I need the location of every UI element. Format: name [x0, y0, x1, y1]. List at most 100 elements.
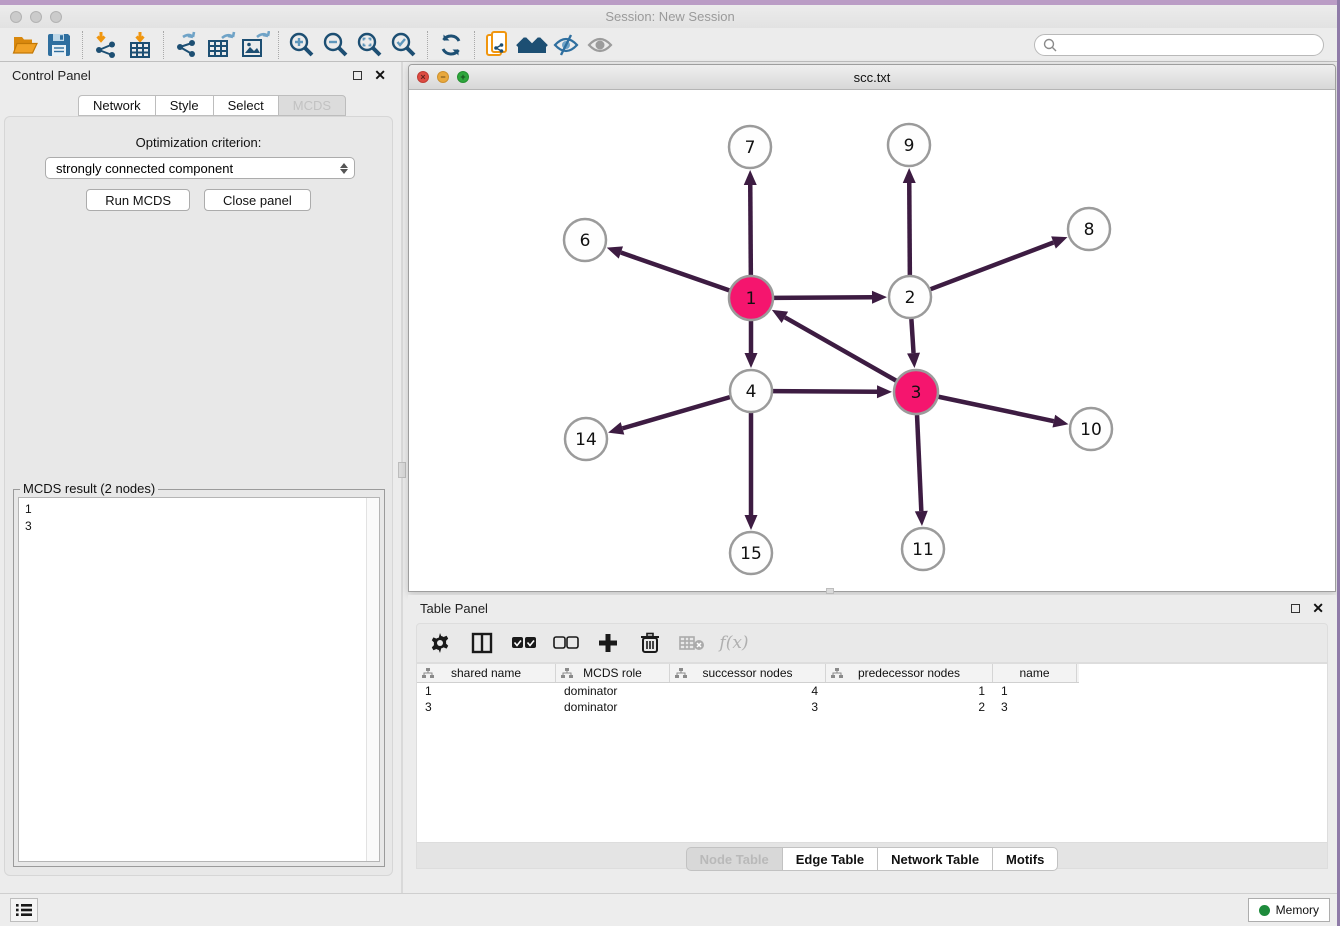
graph-edge[interactable] [774, 297, 872, 298]
deselect-all-icon[interactable] [553, 630, 579, 656]
column-header[interactable]: MCDS role [556, 664, 670, 682]
column-header[interactable]: shared name [417, 664, 556, 682]
network-table-splitter-handle[interactable] [826, 588, 834, 594]
graph-node[interactable]: 6 [564, 219, 606, 261]
run-mcds-button[interactable]: Run MCDS [86, 189, 190, 211]
open-file-icon[interactable] [8, 30, 42, 60]
column-header-label: successor nodes [702, 666, 792, 680]
export-network-icon[interactable] [170, 30, 204, 60]
tab-node-table[interactable]: Node Table [686, 847, 782, 871]
mcds-result-line: 3 [25, 518, 373, 535]
graph-node[interactable]: 7 [729, 126, 771, 168]
delete-column-icon[interactable] [637, 630, 663, 656]
edge-arrowhead-icon [1051, 236, 1067, 248]
graph-edge[interactable] [785, 317, 896, 380]
float-table-panel-icon[interactable] [1291, 604, 1300, 613]
graph-node[interactable]: 9 [888, 124, 930, 166]
graph-node[interactable]: 1 [729, 276, 773, 320]
network-window-title: scc.txt [409, 70, 1335, 85]
graph-node[interactable]: 15 [730, 532, 772, 574]
toolbar-separator [427, 31, 428, 59]
graph-edge[interactable] [939, 397, 1054, 421]
float-panel-icon[interactable] [353, 71, 362, 80]
network-canvas-svg[interactable]: 7 9 6 8 1 2 4 3 10 14 15 11 [409, 90, 1335, 591]
tab-network[interactable]: Network [78, 95, 155, 116]
control-panel: Control Panel ✕ Network Style Select MCD… [0, 62, 398, 882]
network-window-titlebar: scc.txt × − + [409, 65, 1335, 90]
add-column-icon[interactable] [595, 630, 621, 656]
memory-status-icon [1259, 905, 1270, 916]
tab-select[interactable]: Select [213, 95, 278, 116]
split-view-icon[interactable] [469, 630, 495, 656]
close-table-panel-icon[interactable]: ✕ [1312, 601, 1324, 615]
select-all-icon[interactable] [511, 630, 537, 656]
home-view-icon[interactable] [515, 30, 549, 60]
import-table-icon[interactable] [123, 30, 157, 60]
criterion-select[interactable]: strongly connected component [45, 157, 355, 179]
tab-mcds[interactable]: MCDS [278, 95, 346, 116]
panel-splitter-handle[interactable] [398, 462, 406, 478]
edge-arrowhead-icon [877, 385, 892, 398]
mcds-result-text[interactable]: 1 3 [18, 497, 380, 862]
refresh-icon[interactable] [434, 30, 468, 60]
task-history-button[interactable] [10, 898, 38, 922]
hierarchy-icon [422, 668, 434, 679]
graph-node[interactable]: 14 [565, 418, 607, 460]
result-scrollbar[interactable] [366, 498, 379, 861]
hide-panel-eye-icon[interactable] [549, 30, 583, 60]
table-cell: 3 [417, 699, 556, 715]
graph-node[interactable]: 8 [1068, 208, 1110, 250]
graph-edge[interactable] [622, 397, 729, 428]
node-label: 1 [746, 289, 757, 309]
import-network-icon[interactable] [89, 30, 123, 60]
graph-edge[interactable] [750, 185, 751, 275]
edge-arrowhead-icon [607, 246, 623, 258]
search-input[interactable] [1062, 38, 1315, 52]
table-row[interactable]: 3dominator323 [417, 699, 1327, 715]
table-cell: 1 [826, 683, 993, 699]
graph-edge[interactable] [931, 242, 1054, 289]
tab-network-table[interactable]: Network Table [877, 847, 992, 871]
node-label: 6 [580, 231, 591, 251]
tab-motifs[interactable]: Motifs [992, 847, 1058, 871]
column-header[interactable]: predecessor nodes [826, 664, 993, 682]
mcds-tab-content: Optimization criterion: strongly connect… [4, 116, 393, 876]
export-table-icon[interactable] [204, 30, 238, 60]
tab-edge-table[interactable]: Edge Table [782, 847, 877, 871]
graph-edge[interactable] [909, 183, 910, 275]
graph-edge[interactable] [621, 253, 729, 291]
graph-edge[interactable] [917, 415, 921, 511]
hierarchy-icon [675, 668, 687, 679]
close-panel-icon[interactable]: ✕ [374, 68, 386, 82]
zoom-out-icon[interactable] [319, 30, 353, 60]
save-session-icon[interactable] [42, 30, 76, 60]
graph-node[interactable]: 11 [902, 528, 944, 570]
graph-node[interactable]: 10 [1070, 408, 1112, 450]
zoom-fit-icon[interactable] [353, 30, 387, 60]
column-header[interactable]: name [993, 664, 1077, 682]
zoom-selected-icon[interactable] [387, 30, 421, 60]
column-header[interactable]: successor nodes [670, 664, 826, 682]
node-label: 11 [912, 540, 934, 560]
table-header-row: shared nameMCDS role successor nodes prede… [417, 664, 1079, 683]
criterion-value: strongly connected component [56, 161, 233, 176]
table-row[interactable]: 1dominator411 [417, 683, 1327, 699]
tab-style[interactable]: Style [155, 95, 213, 116]
export-image-icon[interactable] [238, 30, 272, 60]
clone-network-icon[interactable] [481, 30, 515, 60]
gear-icon[interactable] [427, 630, 453, 656]
memory-label: Memory [1276, 903, 1319, 917]
memory-button[interactable]: Memory [1248, 898, 1330, 922]
zoom-in-icon[interactable] [285, 30, 319, 60]
edge-arrowhead-icon [744, 170, 757, 185]
graph-node[interactable]: 3 [894, 370, 938, 414]
graph-edge[interactable] [911, 319, 913, 353]
search-field[interactable] [1034, 34, 1324, 56]
network-view-window: scc.txt × − + 7 9 6 8 1 2 4 3 10 14 15 11 [408, 64, 1336, 592]
optimization-criterion-label: Optimization criterion: [5, 135, 392, 150]
graph-node[interactable]: 2 [889, 276, 931, 318]
graph-node[interactable]: 4 [730, 370, 772, 412]
close-panel-button[interactable]: Close panel [204, 189, 311, 211]
mcds-result-title: MCDS result (2 nodes) [20, 481, 158, 496]
graph-edge[interactable] [773, 391, 877, 392]
